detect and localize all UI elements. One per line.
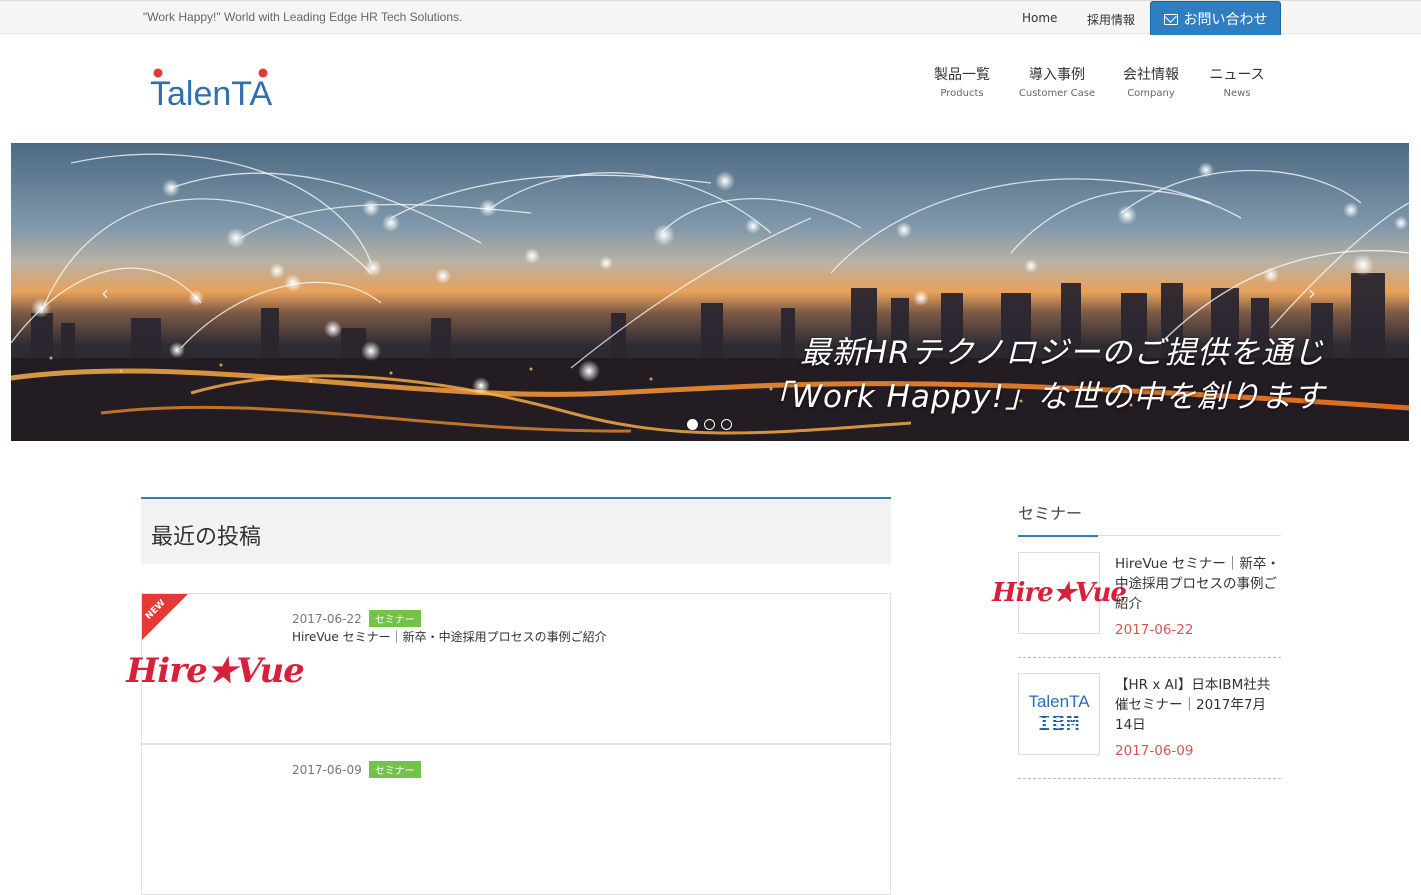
contact-button-label: お問い合わせ — [1183, 12, 1268, 28]
post-item[interactable]: 2017-06-09 セミナー — [141, 744, 891, 895]
nav-products-sub: Products — [940, 88, 984, 99]
sidebar-item[interactable]: Hire★Vue HireVue セミナー｜新卒・中途採用プロセスの事例ご紹介 … — [992, 552, 1281, 662]
recent-posts-title: 最近の投稿 — [151, 525, 262, 550]
sidebar-title: セミナー — [1018, 504, 1083, 523]
nav-products[interactable]: 製品一覧 Products — [933, 64, 991, 99]
category-badge[interactable]: セミナー — [368, 761, 421, 778]
nav-products-label: 製品一覧 — [934, 67, 990, 83]
sidebar-item-date: 2017-06-22 — [1115, 622, 1194, 638]
sidebar-item-title[interactable]: HireVue セミナー｜新卒・中途採用プロセスの事例ご紹介 — [1115, 554, 1281, 614]
mail-icon — [1163, 13, 1178, 25]
category-badge[interactable]: セミナー — [368, 610, 421, 627]
talenta-mini-logo: TalenTA — [1028, 691, 1090, 711]
post-date: 2017-06-09 — [292, 762, 362, 777]
sidebar-thumbnail[interactable]: Hire★Vue — [992, 552, 1127, 634]
hero-prev-arrow[interactable]: ‹ — [101, 281, 109, 305]
sidebar-item-date: 2017-06-09 — [1115, 743, 1194, 759]
post-date: 2017-06-22 — [292, 611, 362, 626]
sidebar-title-accent — [1018, 535, 1098, 537]
post-meta: 2017-06-22 セミナー — [292, 610, 421, 627]
talenta-logo[interactable]: TalenTA — [150, 67, 290, 111]
ibm-logo: IBM — [1037, 711, 1081, 737]
slider-dot-1[interactable] — [687, 419, 698, 430]
recruit-link[interactable]: 採用情報 — [1087, 11, 1135, 28]
hirevue-logo: Hire★Vue — [992, 578, 1127, 608]
hero-next-arrow[interactable]: › — [1308, 281, 1316, 305]
nav-news-label: ニュース — [1209, 67, 1265, 83]
slider-dots — [687, 419, 732, 430]
nav-news[interactable]: ニュース News — [1207, 64, 1267, 99]
hirevue-logo: Hire★Vue — [126, 651, 305, 691]
sidebar-thumbnail[interactable]: TalenTA IBM — [1018, 673, 1100, 755]
nav-customer-case-label: 導入事例 — [1029, 67, 1085, 83]
nav-customer-case-sub: Customer Case — [1018, 88, 1096, 99]
logo-text: TalenTA — [150, 75, 273, 111]
nav-company-label: 会社情報 — [1123, 67, 1179, 83]
recent-posts-header: 最近の投稿 — [141, 497, 891, 564]
post-item[interactable]: Hire★Vue NEW 2017-06-22 セミナー HireVue セミナ… — [126, 593, 891, 744]
post-title[interactable]: HireVue セミナー｜新卒・中途採用プロセスの事例ご紹介 — [292, 628, 607, 645]
tagline: "Work Happy!" World with Leading Edge HR… — [143, 10, 463, 24]
home-link[interactable]: Home — [1022, 11, 1057, 25]
hero-caption-line2: 「Work Happy!」な世の中を創ります — [759, 379, 1325, 415]
contact-button[interactable]: お問い合わせ — [1150, 1, 1281, 37]
post-meta: 2017-06-09 セミナー — [292, 761, 421, 778]
hero-slider[interactable]: ‹ › 最新HRテクノロジーのご提供を通じ 「Work Happy!」な世の中を… — [11, 143, 1409, 441]
nav-news-sub: News — [1223, 88, 1251, 99]
sidebar-separator — [1018, 657, 1281, 658]
nav-company[interactable]: 会社情報 Company — [1121, 64, 1181, 99]
nav-company-sub: Company — [1127, 88, 1175, 99]
site-header: TalenTA 製品一覧 Products 導入事例 Customer Case… — [0, 35, 1421, 143]
slider-dot-3[interactable] — [721, 419, 732, 430]
sidebar-item-title[interactable]: 【HR x AI】日本IBM社共催セミナー｜2017年7月14日 — [1115, 675, 1281, 735]
slider-dot-2[interactable] — [704, 419, 715, 430]
hero-caption: 最新HRテクノロジーのご提供を通じ 「Work Happy!」な世の中を創ります — [759, 331, 1325, 419]
sidebar-item[interactable]: TalenTA IBM 【HR x AI】日本IBM社共催セミナー｜2017年7… — [1018, 673, 1281, 783]
nav-customer-case[interactable]: 導入事例 Customer Case — [1016, 64, 1098, 99]
hero-caption-line1: 最新HRテクノロジーのご提供を通じ — [800, 335, 1325, 371]
